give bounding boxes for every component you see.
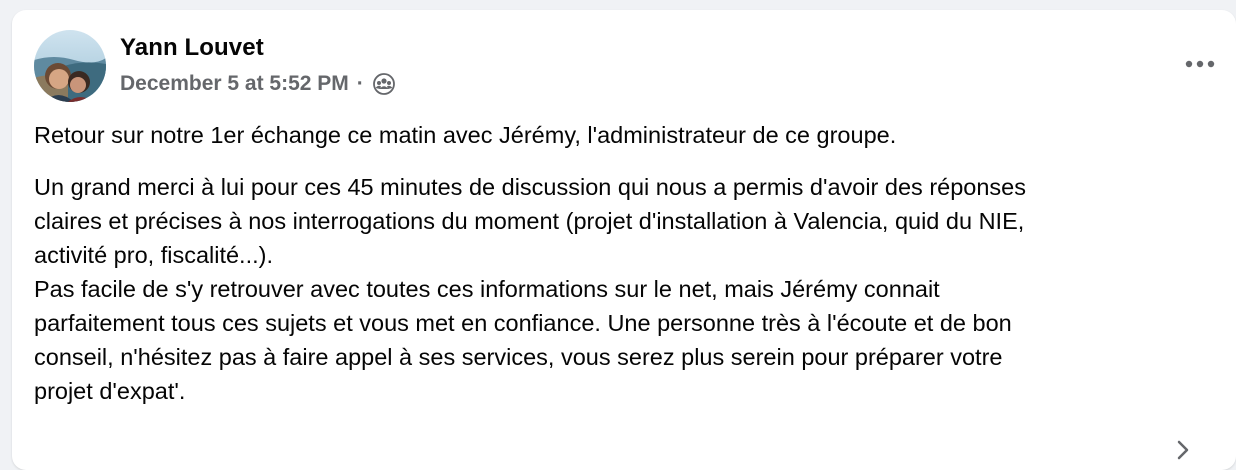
author-avatar[interactable] (34, 30, 106, 102)
group-icon[interactable] (372, 73, 395, 95)
post-text-line: claires et précises à nos interrogations… (34, 208, 1025, 234)
more-horizontal-icon[interactable] (1178, 44, 1222, 84)
post-paragraph-2: Un grand merci à lui pour ces 45 minutes… (34, 170, 1224, 408)
post-text-line: activité pro, fiscalité...). (34, 242, 273, 268)
post-paragraph-1: Retour sur notre 1er échange ce matin av… (34, 122, 897, 148)
post-text-line: Pas facile de s'y retrouver avec toutes … (34, 276, 940, 302)
post-timestamp[interactable]: December 5 at 5:52 PM (120, 72, 349, 96)
post-card: Yann Louvet December 5 at 5:52 PM · Reto… (12, 10, 1236, 470)
post-body: Retour sur notre 1er échange ce matin av… (34, 118, 1224, 408)
author-name[interactable]: Yann Louvet (120, 34, 264, 62)
post-text-line: conseil, n'hésitez pas à faire appel à s… (34, 344, 1003, 370)
post-text-line: projet d'expat'. (34, 378, 186, 404)
meta-separator: · (356, 72, 364, 95)
chevron-right-icon[interactable] (1176, 440, 1190, 465)
post-text-line: parfaitement tous ces sujets et vous met… (34, 310, 1012, 336)
post-meta: December 5 at 5:52 PM · (120, 72, 395, 96)
post-text-line: Un grand merci à lui pour ces 45 minutes… (34, 174, 1027, 200)
